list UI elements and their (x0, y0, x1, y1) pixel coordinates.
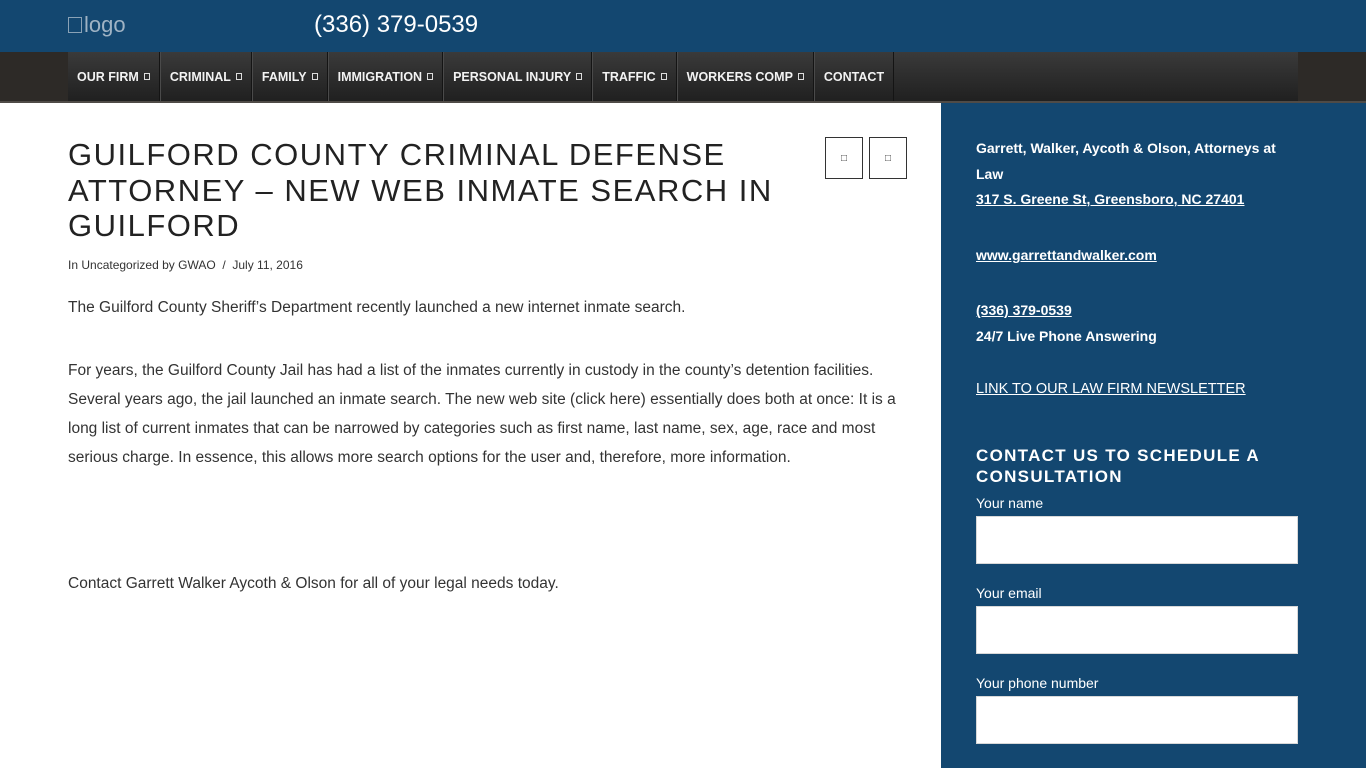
nav-label: OUR FIRM (77, 69, 139, 84)
name-label: Your name (976, 495, 1044, 511)
nav-label: FAMILY (261, 69, 307, 84)
address-link[interactable]: 317 S. Greene St, Greensboro, NC 27401 (976, 191, 1244, 207)
nav-item-workers-comp[interactable]: WORKERS COMP (676, 52, 814, 101)
post-navigation: □ □ (825, 137, 907, 179)
sidebar-phone-link[interactable]: (336) 379-0539 (976, 302, 1072, 318)
phone-field[interactable] (976, 696, 1298, 744)
contact-form-heading: CONTACT US TO SCHEDULE A CONSULTATION (976, 446, 1260, 486)
website-block: www.garrettandwalker.com (976, 243, 1301, 269)
paragraph: Contact Garrett Walker Aycoth & Olson fo… (68, 575, 559, 592)
nav-item-immigration[interactable]: IMMIGRATION (327, 52, 444, 101)
post-title: GUILFORD COUNTY CRIMINAL DEFENSE ATTORNE… (68, 137, 773, 243)
post-body: The Guilford County Sheriff’s Department… (68, 293, 903, 598)
meta-by: by (162, 258, 175, 272)
nav-item-family[interactable]: FAMILY (251, 52, 328, 101)
meta-separator: / (222, 258, 226, 272)
paragraph: For years, the Guilford County Jail has … (68, 362, 896, 466)
nav-item-contact[interactable]: CONTACT (813, 52, 895, 101)
nav-item-traffic[interactable]: TRAFFIC (592, 52, 677, 101)
arrow-right-icon: □ (884, 152, 892, 164)
category-link[interactable]: Uncategorized (81, 258, 158, 272)
nav-label: WORKERS COMP (686, 69, 793, 84)
email-label: Your email (976, 585, 1042, 601)
top-header: logo (336) 379-0539 (0, 0, 1366, 52)
nav-bar: OUR FIRM CRIMINAL FAMILY IMMIGRATION PER… (0, 52, 1366, 103)
nav-label: PERSONAL INJURY (453, 69, 572, 84)
dropdown-caret-icon (311, 73, 318, 80)
paragraph: The Guilford County Sheriff’s Department… (68, 299, 686, 316)
nav-item-criminal[interactable]: CRIMINAL (159, 52, 252, 101)
post-meta: In Uncategorized by GWAO / July 11, 2016 (68, 258, 303, 272)
post-date: July 11, 2016 (232, 258, 303, 272)
dropdown-caret-icon (427, 73, 434, 80)
broken-image-icon (68, 17, 82, 33)
nav-label: IMMIGRATION (337, 69, 423, 84)
dropdown-caret-icon (143, 73, 150, 80)
sidebar: Garrett, Walker, Aycoth & Olson, Attorne… (941, 103, 1366, 768)
email-field[interactable] (976, 606, 1298, 654)
nav-label: CONTACT (823, 69, 885, 84)
firm-contact-block: Garrett, Walker, Aycoth & Olson, Attorne… (976, 136, 1301, 213)
next-post-button[interactable]: □ (869, 137, 907, 179)
name-field[interactable] (976, 516, 1298, 564)
firm-name: Garrett, Walker, Aycoth & Olson, Attorne… (976, 140, 1276, 182)
nav-item-our-firm[interactable]: OUR FIRM (68, 52, 160, 101)
nav-label: TRAFFIC (602, 69, 656, 84)
answering-text: 24/7 Live Phone Answering (976, 327, 1157, 344)
phone-label: Your phone number (976, 675, 1099, 691)
nav-item-personal-injury[interactable]: PERSONAL INJURY (443, 52, 593, 101)
dropdown-caret-icon (235, 73, 242, 80)
author-link[interactable]: GWAO (178, 258, 216, 272)
previous-post-button[interactable]: □ (825, 137, 863, 179)
arrow-left-icon: □ (840, 152, 848, 164)
newsletter-link[interactable]: LINK TO OUR LAW FIRM NEWSLETTER (976, 381, 1246, 397)
nav-label: CRIMINAL (169, 69, 231, 84)
phone-block: (336) 379-0539 24/7 Live Phone Answering (976, 298, 1301, 349)
logo[interactable]: logo (68, 12, 126, 38)
dropdown-caret-icon (576, 73, 583, 80)
website-link[interactable]: www.garrettandwalker.com (976, 247, 1157, 263)
header-phone[interactable]: (336) 379-0539 (314, 11, 478, 39)
meta-in: In (68, 258, 79, 272)
main-nav: OUR FIRM CRIMINAL FAMILY IMMIGRATION PER… (68, 52, 1298, 101)
dropdown-caret-icon (797, 73, 804, 80)
logo-alt-text: logo (84, 12, 126, 37)
dropdown-caret-icon (660, 73, 667, 80)
